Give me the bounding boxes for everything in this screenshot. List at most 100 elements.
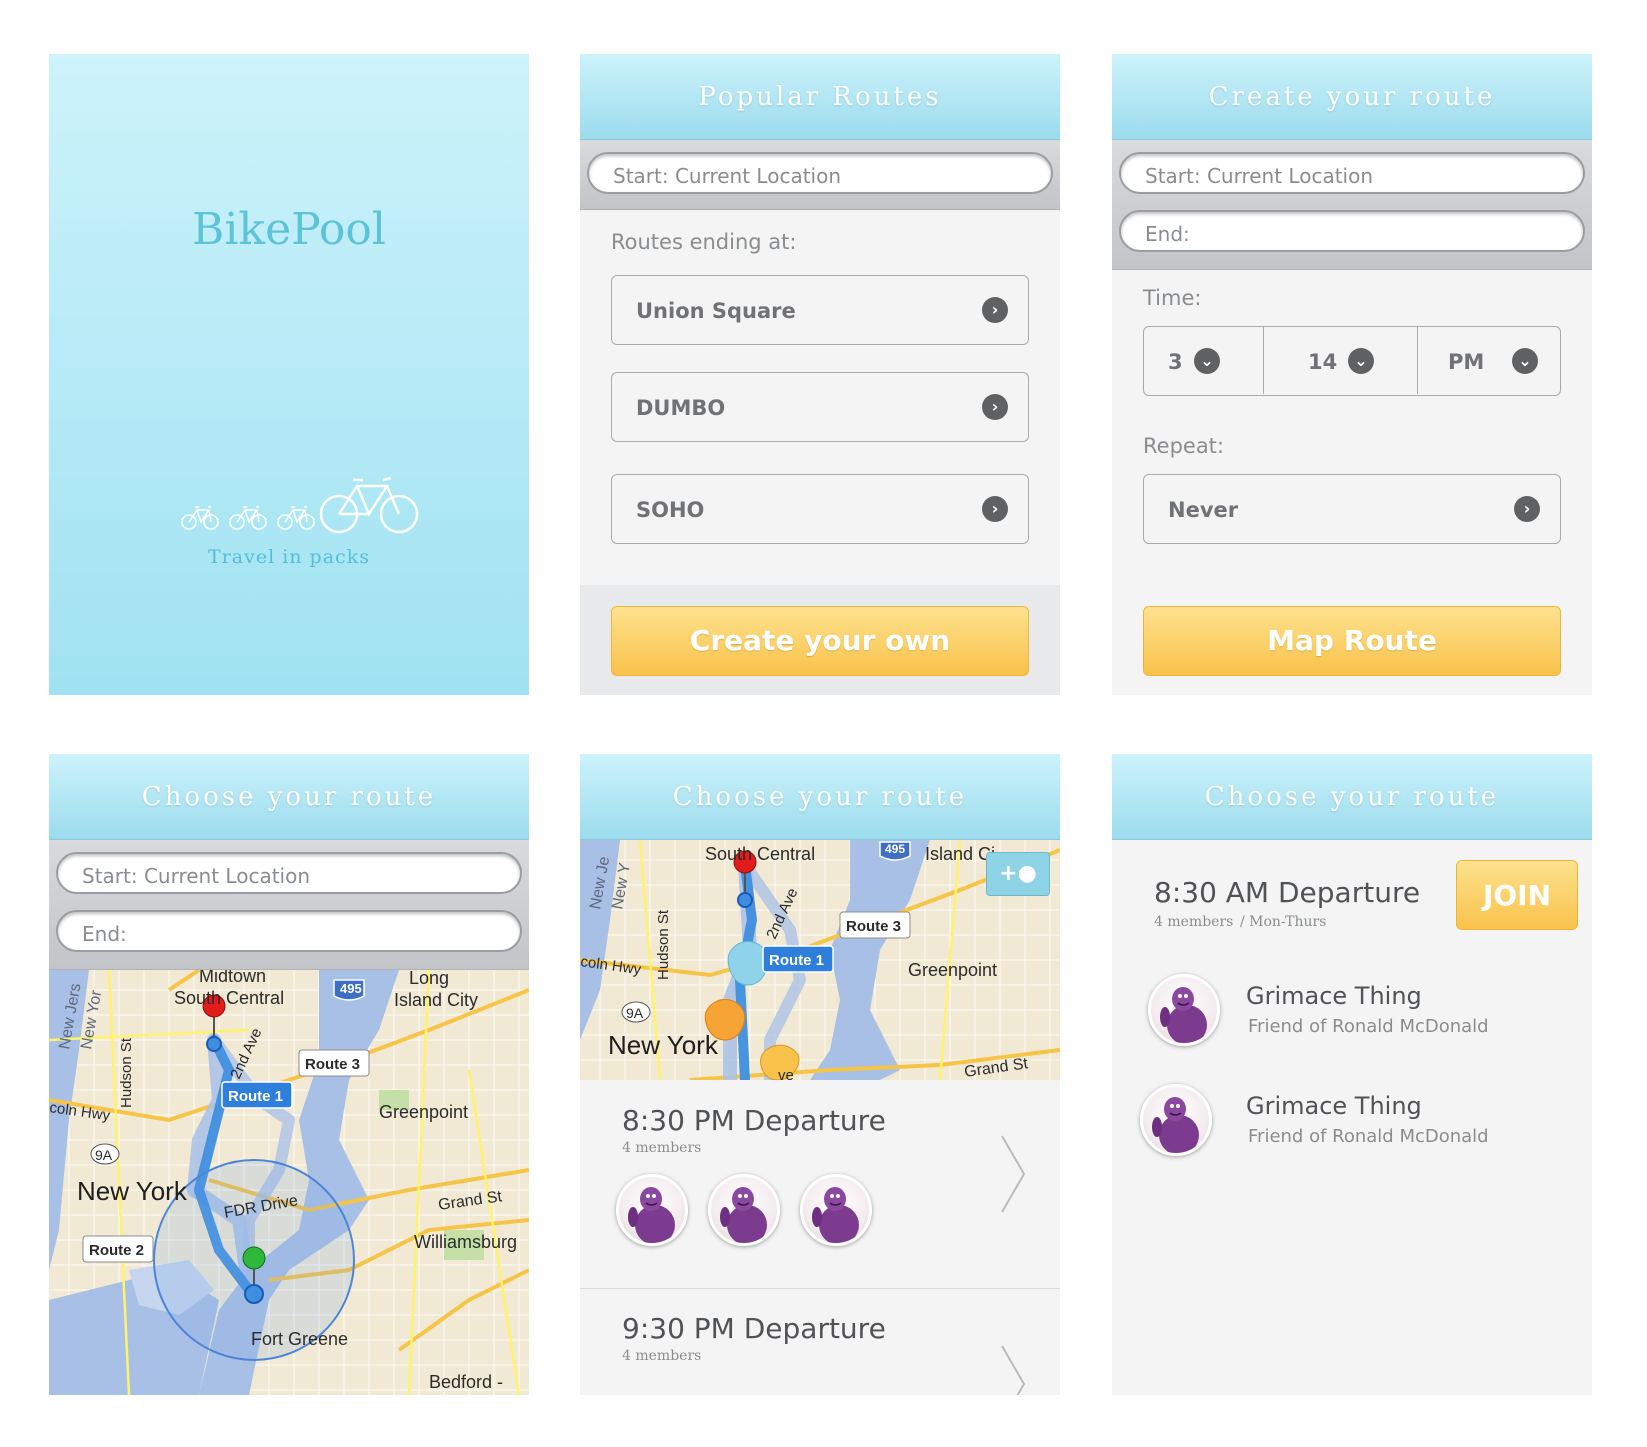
hour-select[interactable]: 3 ⌄ [1144,327,1264,394]
brand-logo: BikePool [192,204,386,255]
map-label-south-central: South Central [174,988,284,1008]
route-option-label: Union Square [636,299,796,323]
routes-ending-label: Routes ending at: [611,230,797,254]
departure-members: 4 members [622,1348,702,1364]
map-label-island-city: Island City [394,990,478,1010]
route-option-label: SOHO [636,498,705,522]
header: Create your route [1112,54,1592,140]
splash-screen: BikePool Travel in packs [49,54,529,695]
end-input[interactable]: End: [56,910,522,952]
map-route-button[interactable]: Map Route [1143,606,1561,676]
chevron-right-icon [1001,1345,1026,1395]
route-1-label[interactable]: Route 1 [228,1088,283,1105]
create-your-own-button[interactable]: Create your own [611,606,1029,676]
member-description: Friend of Ronald McDonald [1248,1126,1489,1147]
chevron-right-icon: › [982,496,1008,522]
map-label-9a: 9A [95,1147,113,1163]
route-map[interactable]: Midtown South Central Long Island City G… [49,970,529,1395]
time-picker: 3 ⌄ 14 ⌄ PM ⌄ [1143,326,1561,396]
repeat-select[interactable]: Never › [1143,474,1561,544]
chevron-right-icon: › [982,394,1008,420]
member-description: Friend of Ronald McDonald [1248,1016,1489,1037]
departure-time: 9:30 PM Departure [622,1312,886,1345]
header: Choose your route [580,754,1060,840]
departure-members: 4 members [1154,914,1234,930]
end-input[interactable]: End: [1119,210,1585,252]
time-label: Time: [1143,286,1202,310]
chevron-down-icon: ⌄ [1194,348,1220,374]
page-title: Choose your route [1204,782,1500,812]
choose-route-list-screen: Choose your route South Central Island C… [580,754,1060,1395]
route-2-label[interactable]: Route 2 [89,1242,144,1259]
map-label-495: 495 [340,981,362,996]
page-title: Create your route [1208,82,1496,112]
avatar[interactable] [708,1174,780,1246]
repeat-label: Repeat: [1143,434,1224,458]
page-title: Choose your route [141,782,437,812]
divider [580,1288,1060,1289]
map-label-greenpoint: Greenpoint [908,960,997,980]
page-title: Choose your route [672,782,968,812]
map-label-island: Island Ci [925,844,995,864]
departure-schedule: / Mon-Thurs [1240,914,1327,930]
search-band: Start: Current Location [580,140,1060,210]
chevron-right-icon: › [1514,496,1540,522]
add-pin-button[interactable]: +● [986,852,1050,896]
map-canvas: Midtown South Central Long Island City G… [49,970,529,1395]
route-1-label[interactable]: Route 1 [769,952,824,969]
map-label-9a: 9A [626,1005,644,1021]
route-detail-screen: Choose your route 8:30 AM Departure 4 me… [1112,754,1592,1395]
chevron-right-icon [1001,1135,1026,1213]
map-pin-icon: ● [1017,861,1037,886]
header: Popular Routes [580,54,1060,140]
grimace-icon [628,1187,675,1243]
popular-routes-screen: Popular Routes Start: Current Location R… [580,54,1060,695]
member-name: Grimace Thing [1246,1092,1422,1120]
repeat-value: Never [1168,498,1239,522]
minute-value: 14 [1308,350,1338,374]
map-label-midtown: Midtown [199,970,266,986]
route-option-dumbo[interactable]: DUMBO › [611,372,1029,442]
route-3-label[interactable]: Route 3 [846,918,901,935]
choose-route-map-screen: Choose your route Start: Current Locatio… [49,754,529,1395]
map-label-hudson: Hudson St [655,909,672,980]
ampm-value: PM [1448,350,1485,374]
tagline: Travel in packs [208,546,370,568]
map-label-south-central: South Central [705,844,815,864]
avatar[interactable] [800,1174,872,1246]
header: Choose your route [49,754,529,840]
route-map[interactable]: South Central Island Ci Greenpoint Grand… [580,840,1060,1080]
grimace-icon [1160,987,1207,1043]
map-label-greenpoint: Greenpoint [379,1102,468,1122]
route-option-union-square[interactable]: Union Square › [611,275,1029,345]
header: Choose your route [1112,754,1592,840]
map-label-bedford: Bedford - [429,1372,503,1392]
avatar [1148,974,1220,1046]
hour-value: 3 [1168,350,1183,374]
grimace-icon [720,1187,767,1243]
start-input[interactable]: Start: Current Location [587,152,1053,194]
map-label-williamsburg: Williamsburg [414,1232,517,1252]
grimace-icon [812,1187,859,1243]
grimace-icon [1152,1097,1199,1153]
route-option-soho[interactable]: SOHO › [611,474,1029,544]
map-label-ave: ve [778,1067,794,1080]
minute-select[interactable]: 14 ⌄ [1264,327,1418,394]
map-label-495: 495 [885,842,905,856]
join-button[interactable]: JOIN [1456,860,1578,930]
search-band: Start: Current Location End: [1112,140,1592,270]
search-band: Start: Current Location End: [49,840,529,970]
avatar [1140,1084,1212,1156]
avatar[interactable] [616,1174,688,1246]
plus-icon: + [999,861,1018,886]
start-input[interactable]: Start: Current Location [1119,152,1585,194]
ampm-select[interactable]: PM ⌄ [1418,327,1559,394]
route-3-label[interactable]: Route 3 [305,1056,360,1073]
member-name: Grimace Thing [1246,982,1422,1010]
departure-members: 4 members [622,1140,702,1156]
map-label-new-york: New York [77,1176,188,1206]
start-input[interactable]: Start: Current Location [56,852,522,894]
bicycles-icon [181,476,419,534]
page-title: Popular Routes [698,82,942,112]
map-label-new-york: New York [608,1030,719,1060]
